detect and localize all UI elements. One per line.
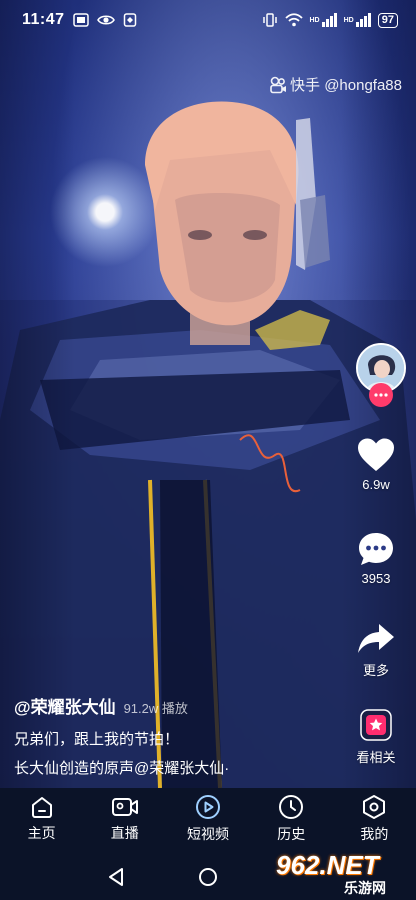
nav-label-short-video: 短视频 [187,826,229,842]
site-logo-text: 962.NET [276,850,379,880]
heart-icon [358,438,394,471]
video-caption: @荣耀张大仙 91.2w 播放 兄弟们，跟上我的节拍！ 长大仙创造的原声@荣耀张… [14,693,344,778]
status-bar: 11:47 HD HD 97 [0,0,416,40]
wifi-icon [284,13,303,27]
share-label: 更多 [362,663,389,678]
nav-label-history: 历史 [277,826,306,842]
signal-1-icon: HD [310,13,337,27]
nav-label-live: 直播 [110,825,139,841]
nav-item-history[interactable]: 历史 [250,788,333,850]
related-label: 看相关 [356,750,396,765]
play-count: 91.2w 播放 [123,701,188,716]
related-star-icon [360,709,392,741]
clock-icon [279,795,304,819]
bottom-navigation: 主页 直播 短视频 历史 我的 [0,788,416,850]
nav-label-home: 主页 [27,825,56,841]
nav-label-mine: 我的 [360,826,389,842]
author-name[interactable]: @荣耀张大仙 [14,693,116,718]
like-count: 6.9w [362,477,390,492]
comment-bubble-icon [359,533,393,565]
nav-item-live[interactable]: 直播 [83,788,166,850]
nav-item-home[interactable]: 主页 [0,788,83,850]
comment-button[interactable]: 3953 [344,531,408,586]
share-arrow-icon [358,624,394,653]
share-button[interactable]: 更多 [344,622,408,679]
back-triangle-icon[interactable] [108,867,124,887]
related-button[interactable]: 看相关 [344,707,408,766]
kuaishou-logo-icon [270,76,287,93]
profile-hexagon-icon [363,795,386,819]
play-circle-icon [196,795,220,819]
follow-more-icon[interactable] [369,383,393,407]
comment-count: 3953 [361,571,391,586]
music-title[interactable]: 长大仙创造的原声@荣耀张大仙· [14,757,238,778]
battery-indicator: 97 [377,12,398,28]
nav-item-mine[interactable]: 我的 [333,788,416,850]
home-circle-button[interactable] [199,868,217,886]
kuaishou-watermark: 快手 @hongfa88 [269,74,402,95]
vibrate-icon [262,13,278,27]
author-avatar[interactable] [356,343,406,407]
watermark-text: 快手 @hongfa88 [290,77,402,94]
site-watermark-logo: 962.NET 乐游网 [276,850,412,896]
status-time: 11:47 [22,11,65,28]
notification-app-icon [72,13,89,27]
signal-2-icon: HD [344,13,371,27]
screen: 11:47 HD HD 97 快手 @hongfa88 6.9w 3953 更多… [0,0,416,900]
site-logo-subtext: 乐游网 [344,880,386,896]
eye-icon [96,14,115,26]
video-description: 兄弟们，跟上我的节拍！ [14,731,180,748]
nfc-icon [123,13,137,27]
nav-item-short-video[interactable]: 短视频 [166,788,249,850]
home-icon [31,797,52,818]
like-button[interactable]: 6.9w [344,437,408,492]
live-camera-icon [111,798,138,816]
